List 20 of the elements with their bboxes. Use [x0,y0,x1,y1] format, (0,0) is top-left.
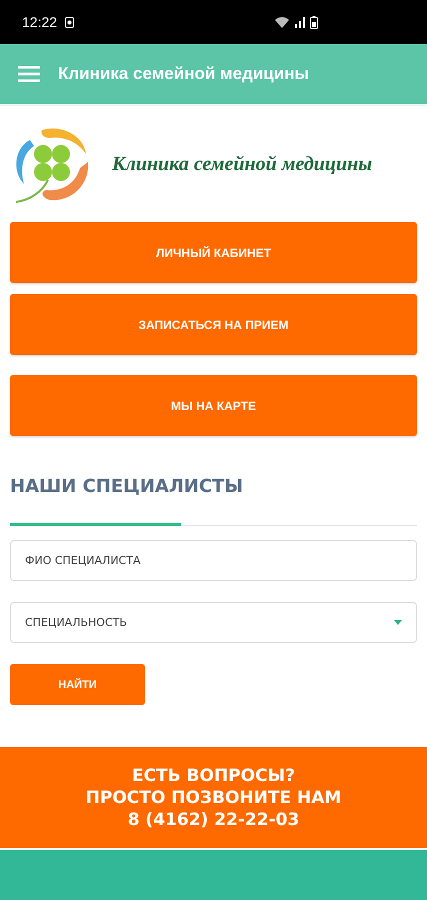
menu-button-large[interactable]: ЛИЧНЫЙ КАБИНЕТ [10,222,417,283]
banner-text: 8 (4162) 22-22-03 [128,808,300,830]
logo-text: Клиника семейной медицины [112,152,372,176]
section-heading: НАШИ СПЕЦИАЛИСТЫ [10,476,244,497]
menu-button[interactable] [18,65,40,83]
signal-icon [295,16,305,28]
find-button[interactable]: НАЙТИ [10,664,145,705]
specialty-dropdown[interactable]: СПЕЦИАЛЬНОСТЬ [10,602,417,643]
banner-text: ПРОСТО ПОЗВОНИТЕ НАМ [86,786,342,808]
menu-button-large[interactable]: ЗАПИСАТЬСЯ НА ПРИЕМ [10,294,417,355]
app-title: Клиника семейной медицины [58,64,309,84]
banner-text: ЕСТЬ ВОПРОСЫ? [132,764,296,786]
name-field[interactable]: ФИО СПЕЦИАЛИСТА [10,540,417,581]
menu-icon [18,65,40,83]
battery-icon [310,16,318,28]
notification-icon [65,16,74,28]
dropdown-caret-icon [394,620,402,625]
clock: 12:22 [22,14,58,30]
wifi-icon [274,16,290,28]
menu-button-large[interactable]: МЫ НА КАРТЕ [10,375,417,436]
